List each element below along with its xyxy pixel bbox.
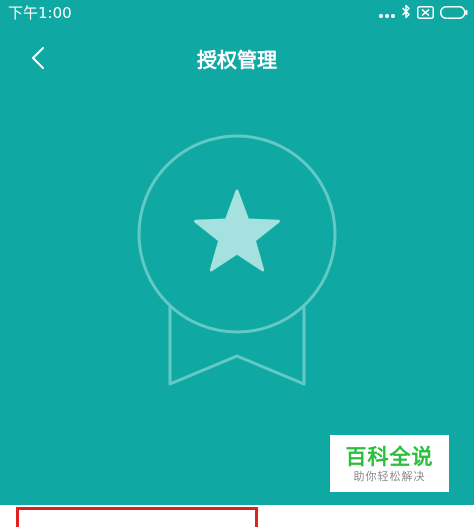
- signal-dots-icon: [379, 4, 395, 23]
- status-time: 下午1:00: [8, 4, 72, 22]
- page-title: 授权管理: [197, 48, 277, 72]
- watermark-logo: 百科全说 助你轻松解决: [330, 435, 449, 492]
- battery-icon: [440, 4, 468, 23]
- award-medal-icon: [130, 128, 344, 392]
- watermark-title: 百科全说: [345, 445, 434, 469]
- highlight-box: [16, 507, 258, 527]
- status-bar: 下午1:00: [0, 0, 474, 26]
- status-icons: [379, 3, 468, 23]
- bluetooth-icon: [401, 4, 411, 23]
- watermark-subtitle: 助你轻松解决: [353, 470, 426, 483]
- sim-icon: [417, 4, 434, 23]
